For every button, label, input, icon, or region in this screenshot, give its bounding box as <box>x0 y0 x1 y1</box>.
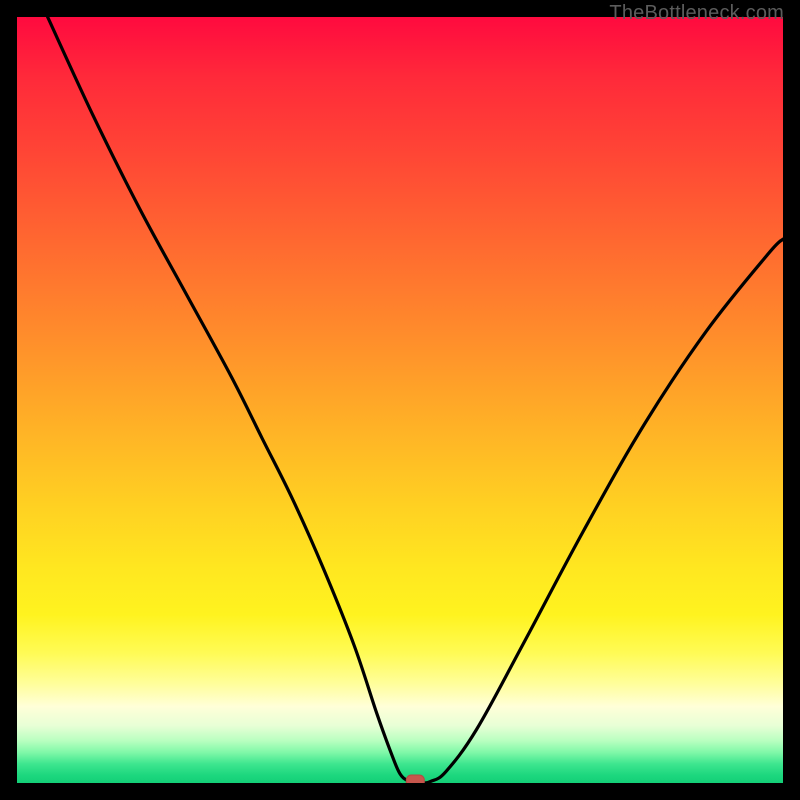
plot-area <box>17 17 783 783</box>
optimal-point-marker <box>406 775 424 783</box>
bottleneck-curve-svg <box>17 17 783 783</box>
watermark-text: TheBottleneck.com <box>609 2 784 25</box>
bottleneck-curve-path <box>48 17 783 783</box>
chart-frame: TheBottleneck.com <box>0 0 800 800</box>
